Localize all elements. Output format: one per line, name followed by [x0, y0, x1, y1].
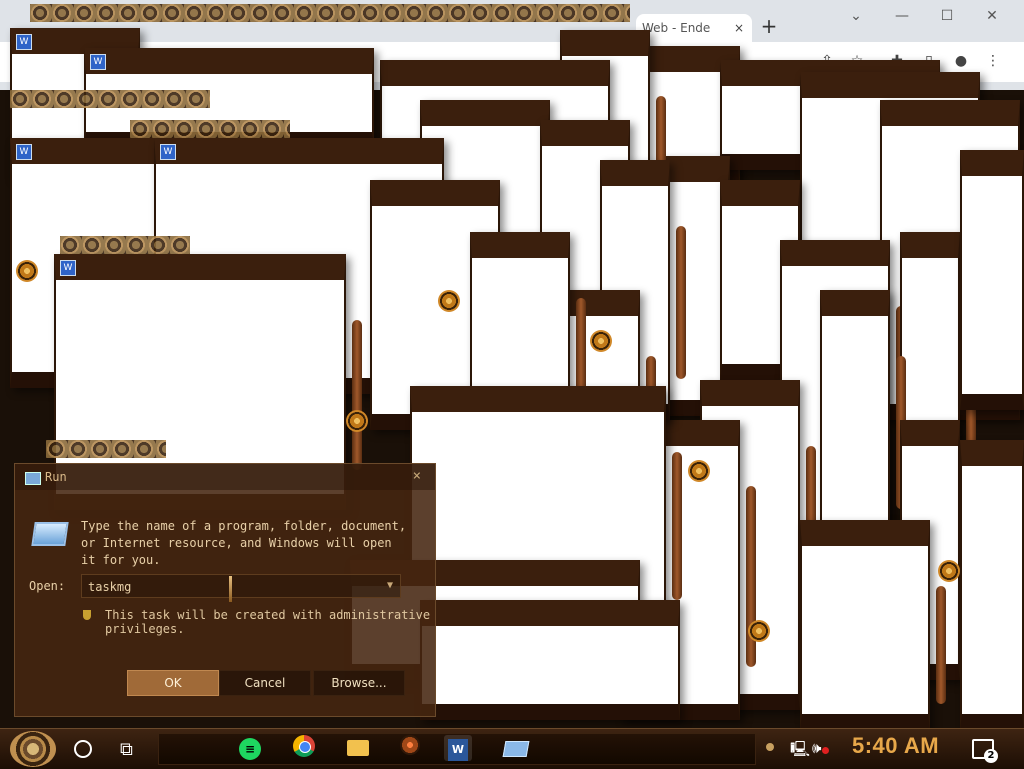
run-icon [25, 472, 41, 485]
close-icon[interactable]: × [413, 468, 421, 484]
word-icon: W [90, 54, 106, 70]
new-tab-button[interactable]: + [760, 14, 778, 38]
cascade-window [420, 600, 680, 720]
gear-strip [60, 236, 190, 254]
run-icon [502, 741, 530, 757]
cascade-window [800, 520, 946, 730]
run-program-icon [31, 522, 69, 546]
word-icon: W [60, 260, 76, 276]
run-taskbar-button[interactable] [502, 735, 530, 761]
gear-icon [346, 410, 368, 432]
admin-shield-icon [83, 610, 91, 620]
notification-count: 2 [984, 749, 998, 763]
gear-icon [748, 620, 770, 642]
word-icon: W [16, 34, 32, 50]
tab-search-chevron-icon[interactable]: ⌄ [844, 4, 868, 28]
network-icon[interactable]: 🖳 [790, 739, 810, 764]
open-input[interactable] [86, 577, 380, 597]
notification-center-icon[interactable]: 2 [972, 739, 998, 763]
tray-overflow-icon[interactable] [766, 743, 774, 751]
cascade-window [820, 290, 906, 550]
open-label: Open: [29, 579, 66, 593]
chrome-icon [293, 735, 315, 757]
cortana-icon[interactable] [74, 740, 92, 758]
browse-button[interactable]: Browse... [313, 670, 405, 696]
maximize-button[interactable]: ☐ [935, 4, 959, 28]
word-icon: W [160, 144, 176, 160]
open-combobox[interactable]: ▼ [81, 574, 401, 598]
gear-icon [438, 290, 460, 312]
chevron-down-icon[interactable]: ▼ [382, 577, 398, 595]
spotify-icon: ≡ [239, 738, 261, 760]
profile-icon[interactable]: ● [950, 50, 972, 72]
cascade-window [470, 232, 586, 412]
volume-muted-icon[interactable]: 🕪 [812, 739, 829, 757]
mouse-cursor [229, 576, 232, 602]
clock[interactable]: 5:40 AM [852, 733, 939, 759]
cascade-window [960, 440, 1024, 730]
browser-tab-title: Web - Ende [642, 21, 711, 35]
browser-tab[interactable]: Web - Ende × [636, 14, 752, 42]
tab-close-icon[interactable]: × [734, 14, 744, 42]
cascade-window [960, 150, 1024, 410]
close-button[interactable]: ✕ [980, 4, 1004, 28]
gears-icon [400, 735, 420, 755]
gear-strip [30, 4, 630, 22]
taskbar: ⧉ ≡ W 🖳 🕪 5:40 AM 2 [0, 728, 1024, 769]
file-explorer-taskbar-button[interactable] [344, 735, 372, 761]
run-title: Run [45, 470, 67, 484]
gear-icon [688, 460, 710, 482]
gear-strip [46, 440, 166, 458]
word-icon: W [448, 739, 468, 761]
gear-strip [130, 120, 290, 138]
ok-button[interactable]: OK [127, 670, 219, 696]
spotify-taskbar-button[interactable]: ≡ [236, 735, 264, 761]
run-description: Type the name of a program, folder, docu… [81, 519, 407, 567]
folder-icon [347, 740, 369, 756]
admin-note: This task will be created with administr… [105, 608, 431, 636]
cancel-button[interactable]: Cancel [219, 670, 311, 696]
word-taskbar-button[interactable]: W [444, 735, 472, 761]
menu-icon[interactable]: ⋮ [982, 50, 1004, 72]
run-dialog: Run × Type the name of a program, folder… [14, 463, 436, 717]
minimize-button[interactable]: — [890, 4, 914, 28]
chrome-taskbar-button[interactable] [290, 735, 318, 761]
gears-taskbar-button[interactable] [396, 735, 424, 761]
gear-icon [590, 330, 612, 352]
gear-icon [938, 560, 960, 582]
gear-strip [10, 90, 210, 108]
start-button[interactable] [10, 731, 56, 767]
gear-icon [16, 260, 38, 282]
run-title-bar[interactable] [15, 464, 435, 490]
word-icon: W [16, 144, 32, 160]
task-view-icon[interactable]: ⧉ [120, 739, 133, 760]
